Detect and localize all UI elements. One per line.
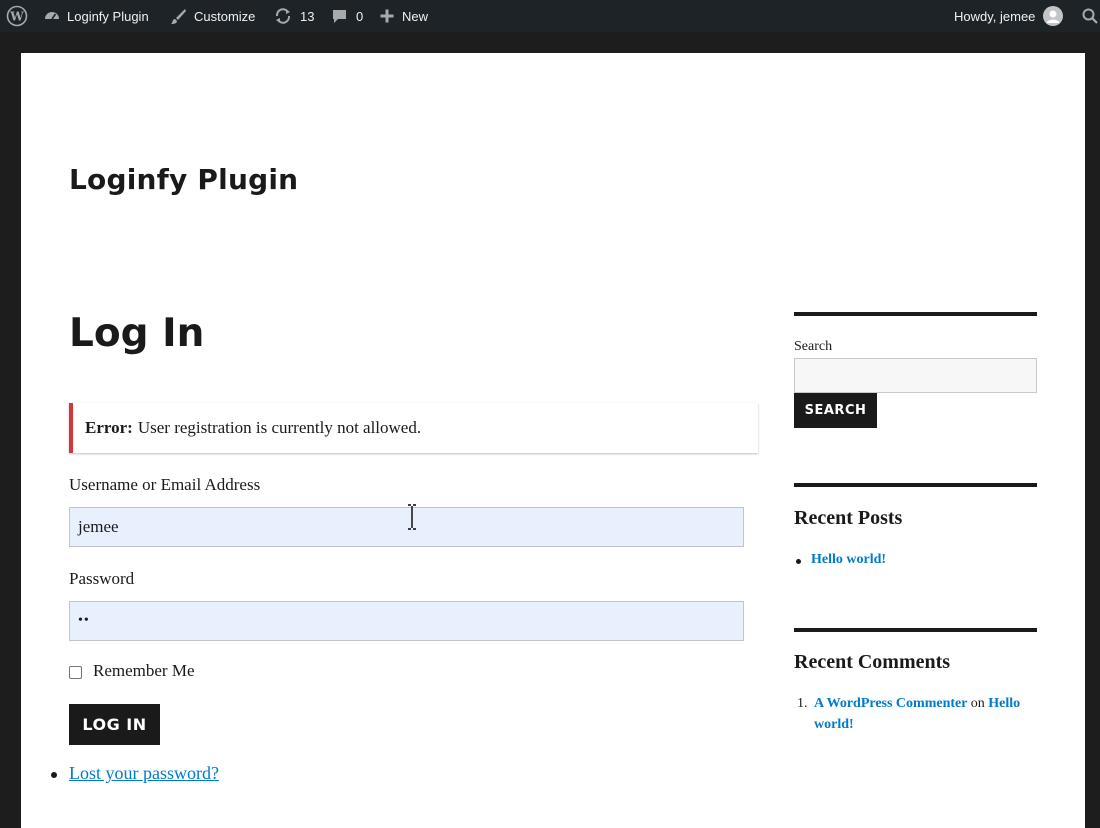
comment-on-text: on [970,696,985,711]
avatar [1043,6,1064,26]
recent-comments-title: Recent Comments [794,651,951,673]
new-label: New [402,8,429,24]
recent-posts-title: Recent Posts [794,507,903,529]
username-value: jemee [78,517,119,536]
password-value: •• [78,613,90,628]
text-cursor-icon [405,503,419,536]
customize-link[interactable]: Customize [170,0,255,32]
new-content-menu[interactable]: New [380,0,428,32]
widget-divider [794,628,1037,632]
comment-post-link[interactable]: Hello [988,696,1020,711]
wordpress-logo-icon: W [6,5,28,27]
site-title[interactable]: Loginfy Plugin [69,163,298,196]
page-container: Loginfy Plugin Log In Error: User regist… [21,53,1085,828]
recent-comment-item: A WordPress Commenter on Hello [814,696,1020,712]
search-icon [1082,8,1098,24]
remember-me-label[interactable]: Remember Me [93,661,195,681]
howdy-label: Howdy, jemee [954,8,1036,24]
remember-me-checkbox[interactable] [69,666,82,679]
comment-list-number: 1. [797,696,808,711]
updates-icon [274,7,292,25]
recent-post-link[interactable]: Hello world! [811,552,886,568]
updates-link[interactable]: 13 [274,0,314,32]
search-button[interactable]: SEARCH [794,393,877,428]
search-widget-label: Search [794,339,833,354]
widget-divider [794,312,1037,316]
comments-count: 0 [356,8,364,24]
site-name-label: Loginfy Plugin [67,8,149,24]
plus-icon [380,9,394,23]
password-label: Password [69,569,135,588]
my-account-menu[interactable]: Howdy, jemee [954,0,1064,32]
comment-post-link-continued[interactable]: world! [814,717,854,733]
widget-divider [794,483,1037,487]
lost-password-link[interactable]: Lost your password? [69,763,219,784]
updates-count: 13 [300,8,315,24]
error-message: User registration is currently not allow… [137,418,422,437]
brush-icon [170,8,187,25]
username-label: Username or Email Address [69,475,261,494]
search-input[interactable] [794,358,1037,393]
password-input[interactable]: •• [69,601,744,641]
comments-link[interactable]: 0 [331,0,363,32]
comment-author-link[interactable]: A WordPress Commenter [814,696,967,711]
comment-icon [331,8,348,25]
error-notice: Error: User registration is currently no… [69,403,758,453]
list-bullet [51,772,57,778]
list-bullet [796,559,801,564]
page-title: Log In [69,311,205,356]
svg-text:W: W [9,10,24,24]
customize-label: Customize [194,8,256,24]
site-name-menu[interactable]: Loginfy Plugin [43,0,149,32]
error-label: Error: [85,418,133,437]
admin-bar: W Loginfy Plugin Customize 13 0 New Howd… [0,0,1100,32]
dashboard-icon [43,7,61,25]
login-button[interactable]: LOG IN [69,704,160,745]
admin-search-button[interactable] [1082,0,1098,32]
wordpress-logo-button[interactable]: W [6,0,28,32]
